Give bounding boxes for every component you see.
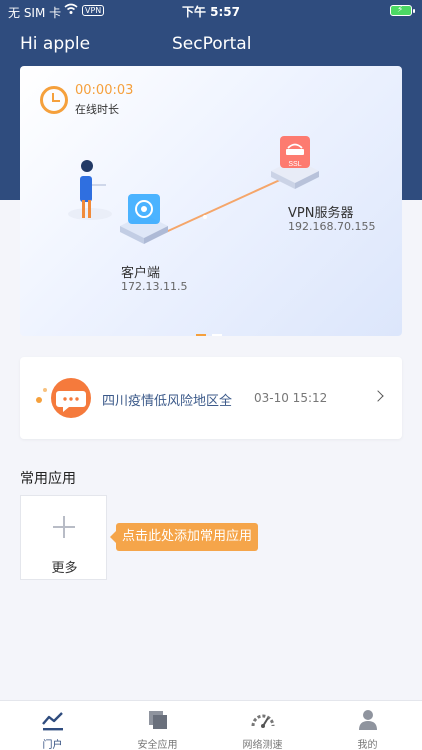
connection-line (156, 178, 283, 237)
clock-icon (40, 86, 68, 114)
person-icon (359, 710, 377, 730)
speedometer-icon (251, 714, 275, 728)
tab-label: 网络测速 (242, 740, 283, 750)
more-apps-button[interactable]: 更多 (20, 495, 107, 580)
connection-dot (203, 215, 207, 219)
pager-dot[interactable] (212, 334, 222, 336)
tab-label: 我的 (357, 740, 378, 750)
ssl-label: SSL (288, 161, 301, 168)
server-ip: 192.168.70.155 (288, 220, 376, 233)
plus-icon (53, 516, 75, 538)
notice-time: 03-10 15:12 (254, 391, 328, 405)
apps-stack-icon (149, 711, 167, 729)
tab-speed-test[interactable]: 网络测速 (210, 701, 315, 750)
pager-dot-active[interactable] (196, 334, 206, 336)
tab-label: 安全应用 (137, 740, 178, 750)
tab-label: 门户 (42, 740, 63, 750)
page-title: SecPortal (172, 34, 252, 54)
tab-mine[interactable]: 我的 (315, 701, 420, 750)
tab-portal[interactable]: 门户 (0, 701, 105, 750)
tab-secure-apps[interactable]: 安全应用 (105, 701, 210, 750)
greeting: Hi apple (20, 34, 91, 54)
portal-chart-icon (42, 712, 63, 731)
section-title-common-apps: 常用应用 (20, 471, 76, 487)
client-device-icon (120, 194, 168, 244)
status-bar: 无 SIM 卡 VPN 下午 5:57 ⚡ (0, 0, 422, 22)
nav-bar: Hi apple SecPortal (0, 22, 422, 66)
server-label: VPN服务器 (288, 206, 354, 221)
battery-icon: ⚡ (390, 5, 415, 16)
user-figure (68, 160, 112, 220)
online-duration-label: 在线时长 (75, 103, 119, 116)
client-ip: 172.13.11.5 (121, 280, 188, 293)
online-duration: 00:00:03 (75, 83, 134, 98)
notice-card[interactable]: 四川疫情低风险地区全 03-10 15:12 (20, 357, 402, 439)
client-label: 客户端 (121, 266, 161, 281)
notice-title: 四川疫情低风险地区全 (102, 394, 233, 409)
more-apps-label: 更多 (51, 561, 78, 576)
tab-bar: 门户 安全应用 网络测速 我的 (0, 700, 422, 750)
chevron-right-icon[interactable] (372, 390, 384, 402)
clock: 下午 5:57 (181, 5, 241, 19)
message-bubble-icon (36, 378, 91, 418)
connection-status-card[interactable]: SSL 00:00:03 在线时长 客户端 172.13.11.5 VPN服务器… (20, 66, 402, 336)
carousel-pager[interactable] (196, 321, 228, 336)
add-apps-tooltip[interactable]: 点击此处添加常用应用 (109, 523, 259, 551)
